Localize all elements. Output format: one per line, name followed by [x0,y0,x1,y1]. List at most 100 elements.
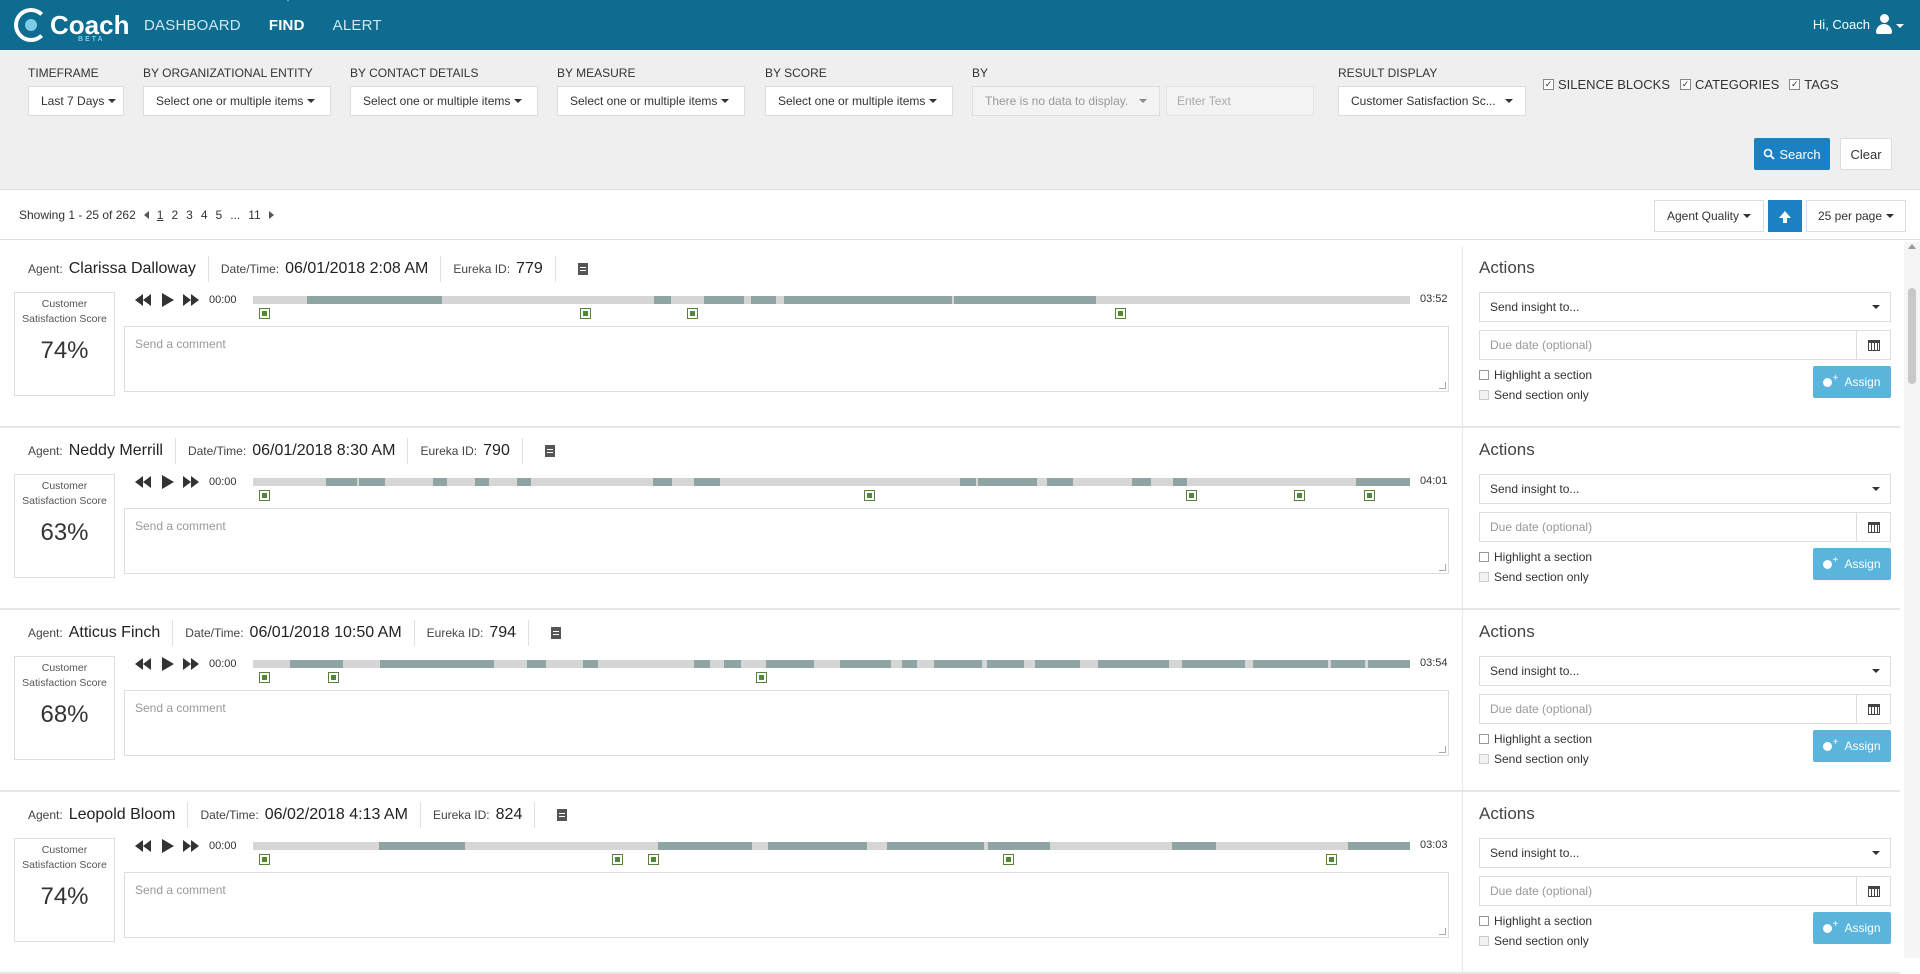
fast-forward-icon[interactable] [183,839,201,853]
nav-dashboard[interactable]: DASHBOARD [144,17,241,34]
category-marker-icon[interactable] [258,672,270,683]
silence-block[interactable] [1252,660,1328,668]
clear-button[interactable]: Clear [1840,138,1892,170]
category-marker-icon[interactable] [863,490,875,501]
play-icon[interactable] [159,475,177,489]
nav-alert[interactable]: ALERT [333,17,382,34]
due-date-input[interactable]: Due date (optional) [1479,694,1857,724]
category-marker-icon[interactable] [756,672,768,683]
scroll-up-icon[interactable] [1908,244,1916,249]
page-scrollbar[interactable] [1904,242,1920,958]
resize-grip-icon[interactable] [1439,928,1446,935]
silence-block[interactable] [987,842,1051,850]
silence-block[interactable] [1171,842,1216,850]
silence-block[interactable] [379,842,465,850]
audio-timeline[interactable] [253,478,1410,486]
silence-block[interactable] [954,296,1097,304]
calendar-button[interactable] [1857,330,1891,360]
assign-button[interactable]: Assign [1813,912,1891,944]
due-date-input[interactable]: Due date (optional) [1479,330,1857,360]
nav-find[interactable]: FIND [269,0,305,34]
comment-input[interactable]: Send a comment [124,508,1449,574]
search-button[interactable]: Search [1754,138,1830,170]
document-icon[interactable] [551,627,562,639]
user-greeting[interactable]: Hi, Coach [1813,17,1870,32]
fast-forward-icon[interactable] [183,293,201,307]
send-section-only-checkbox[interactable]: Send section only [1479,570,1589,584]
send-insight-dropdown[interactable]: Send insight to... [1479,656,1891,686]
silence-block[interactable] [1132,478,1151,486]
tags-checkbox[interactable]: ✓ TAGS [1789,77,1839,92]
org-entity-dropdown[interactable]: Select one or multiple items [143,86,331,116]
silence-block[interactable] [1355,478,1410,486]
silence-blocks-checkbox[interactable]: ✓ SILENCE BLOCKS [1543,77,1670,92]
category-marker-icon[interactable] [580,308,592,319]
user-menu-caret-icon[interactable] [1896,24,1904,28]
send-insight-dropdown[interactable]: Send insight to... [1479,474,1891,504]
calendar-button[interactable] [1857,694,1891,724]
highlight-section-checkbox[interactable]: Highlight a section [1479,732,1592,746]
fast-forward-icon[interactable] [183,475,201,489]
silence-block[interactable] [767,842,868,850]
silence-block[interactable] [657,842,752,850]
silence-block[interactable] [1331,660,1365,668]
silence-block[interactable] [1347,842,1410,850]
silence-block[interactable] [290,660,344,668]
silence-block[interactable] [902,660,918,668]
send-insight-dropdown[interactable]: Send insight to... [1479,292,1891,322]
silence-block[interactable] [475,478,490,486]
silence-block[interactable] [1182,660,1245,668]
category-marker-icon[interactable] [258,490,270,501]
send-section-only-checkbox[interactable]: Send section only [1479,934,1589,948]
silence-block[interactable] [1172,478,1187,486]
silence-block[interactable] [887,842,985,850]
resize-grip-icon[interactable] [1439,564,1446,571]
silence-block[interactable] [516,478,531,486]
send-section-only-checkbox[interactable]: Send section only [1479,752,1589,766]
page-link[interactable]: 3 [186,208,193,222]
silence-block[interactable] [934,660,982,668]
silence-block[interactable] [959,478,977,486]
calendar-button[interactable] [1857,512,1891,542]
fast-forward-icon[interactable] [183,657,201,671]
category-marker-icon[interactable] [1294,490,1306,501]
silence-block[interactable] [1046,478,1074,486]
category-marker-icon[interactable] [1114,308,1126,319]
silence-block[interactable] [693,478,721,486]
silence-block[interactable] [1368,660,1410,668]
category-marker-icon[interactable] [258,854,270,865]
next-page-icon[interactable] [268,211,274,219]
sort-dropdown[interactable]: Agent Quality [1654,200,1764,232]
calendar-button[interactable] [1857,876,1891,906]
silence-block[interactable] [839,660,891,668]
category-marker-icon[interactable] [328,672,340,683]
document-icon[interactable] [544,445,555,457]
silence-block[interactable] [1035,660,1081,668]
audio-timeline[interactable] [253,842,1410,850]
score-dropdown[interactable]: Select one or multiple items [765,86,953,116]
silence-block[interactable] [359,478,385,486]
per-page-dropdown[interactable]: 25 per page [1806,200,1906,232]
play-icon[interactable] [159,293,177,307]
play-icon[interactable] [159,657,177,671]
silence-block[interactable] [527,660,546,668]
highlight-section-checkbox[interactable]: Highlight a section [1479,914,1592,928]
rewind-icon[interactable] [135,293,153,307]
category-marker-icon[interactable] [611,854,623,865]
send-insight-dropdown[interactable]: Send insight to... [1479,838,1891,868]
silence-block[interactable] [654,296,671,304]
audio-timeline[interactable] [253,660,1410,668]
comment-input[interactable]: Send a comment [124,872,1449,938]
silence-block[interactable] [723,660,742,668]
user-avatar-icon[interactable] [1876,14,1892,36]
silence-block[interactable] [325,478,358,486]
document-icon[interactable] [577,263,588,275]
sort-direction-button[interactable] [1768,200,1802,232]
assign-button[interactable]: Assign [1813,730,1891,762]
silence-block[interactable] [433,478,448,486]
page-link[interactable]: 1 [157,208,164,222]
highlight-section-checkbox[interactable]: Highlight a section [1479,550,1592,564]
category-marker-icon[interactable] [258,308,270,319]
contact-dropdown[interactable]: Select one or multiple items [350,86,538,116]
timeframe-dropdown[interactable]: Last 7 Days [28,86,124,116]
